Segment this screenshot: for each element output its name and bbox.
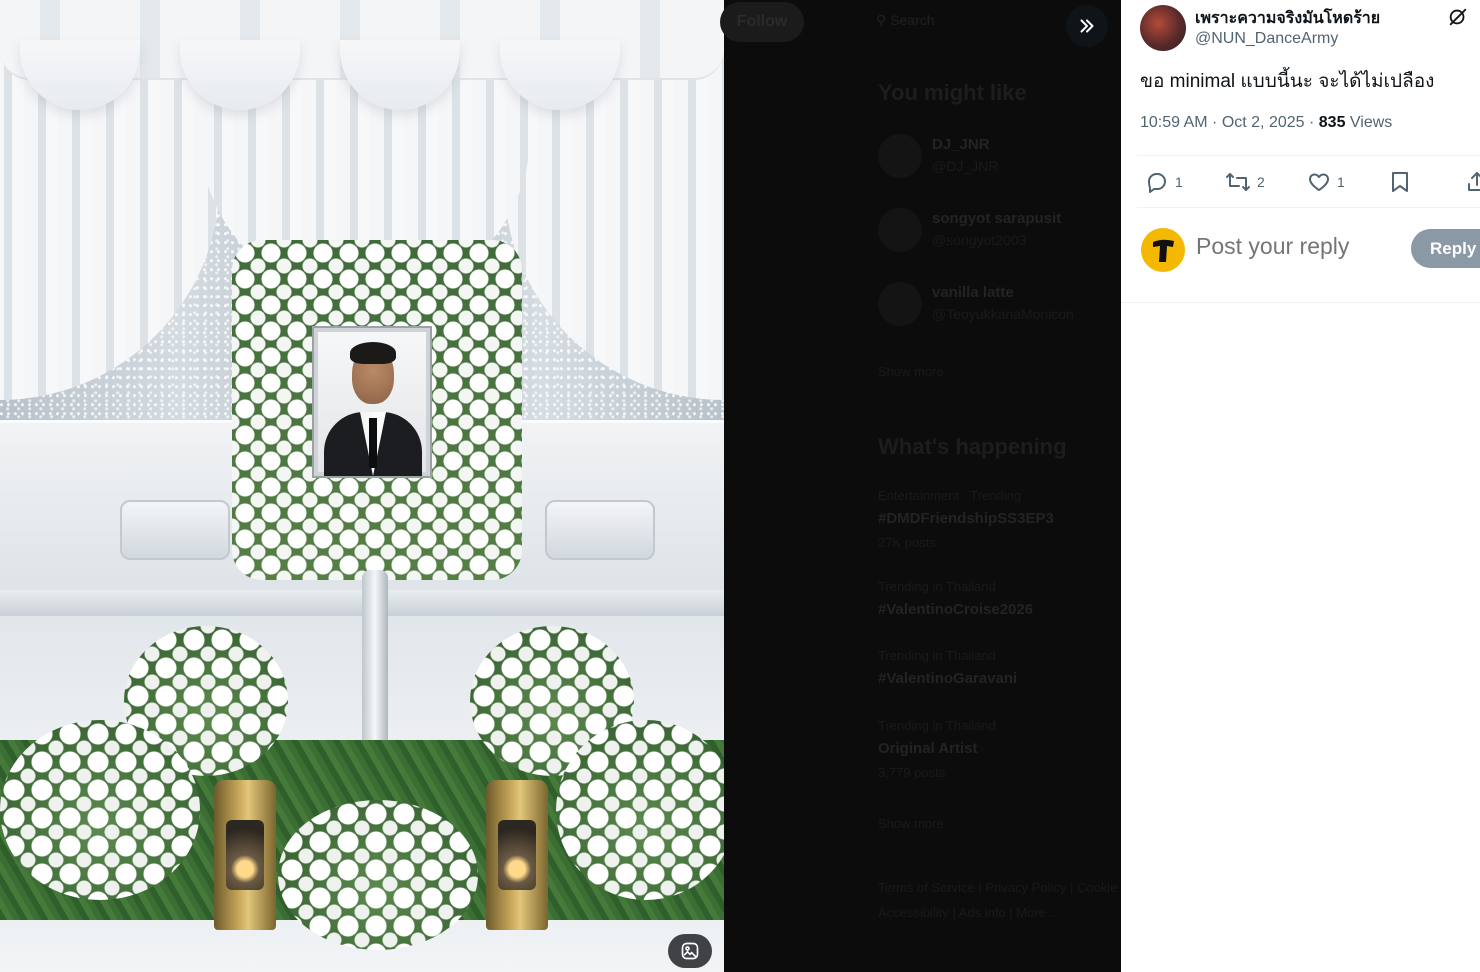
portrait-tie xyxy=(369,418,377,468)
share-action[interactable] xyxy=(1465,168,1480,196)
footer-link-more: More ... xyxy=(1016,905,1061,920)
post-text: ขอ minimal แบบนี้นะ จะได้ไม่เปลือง xyxy=(1140,71,1435,92)
search-icon: ⚲ xyxy=(876,12,887,28)
footer-link-accessibility: Accessibility xyxy=(878,905,949,920)
suggested-user-handle: @songyot2003 xyxy=(932,232,1027,248)
trend-context: Trending in Thailand xyxy=(878,648,996,663)
suggested-user-handle: @DJ_JNR xyxy=(932,158,999,174)
show-more-link: Show more xyxy=(878,816,944,831)
coffin-ornament xyxy=(120,500,230,560)
search-placeholder: Search xyxy=(890,12,935,28)
share-icon xyxy=(1468,172,1480,191)
post-meta: 10:59 AM · Oct 2, 2025 · 835 Views xyxy=(1140,114,1392,132)
coffin-ornament xyxy=(545,500,655,560)
like-count: 1 xyxy=(1337,174,1345,190)
suggested-user: DJ_JNR @DJ_JNR xyxy=(878,134,1118,184)
divider xyxy=(1137,207,1480,208)
portrait-frame xyxy=(314,328,430,476)
suggested-user-name: songyot sarapusit xyxy=(932,210,1062,227)
trend-title: Original Artist xyxy=(878,740,978,757)
suggested-user-name: vanilla latte xyxy=(932,284,1014,301)
suggested-user: vanilla latte @TeoyukkanaMonicon xyxy=(878,282,1118,332)
suggested-user-name: DJ_JNR xyxy=(932,136,990,153)
trend-title: #ValentinoCroise2026 xyxy=(878,601,1034,618)
avatar xyxy=(878,134,922,178)
trend-context: Entertainment · Trending xyxy=(878,488,1022,503)
author-avatar[interactable] xyxy=(1140,5,1186,51)
reply-action[interactable]: 1 xyxy=(1145,168,1183,196)
author-name[interactable]: เพราะความจริงมันโหดร้าย xyxy=(1195,6,1380,31)
suggested-user: songyot sarapusit @songyot2003 xyxy=(878,208,1118,258)
follow-button: Follow xyxy=(720,2,804,42)
trend-context: Trending in Thailand xyxy=(878,718,996,733)
post-detail-panel: เพราะความจริงมันโหดร้าย @NUN_DanceArmy ข… xyxy=(1121,0,1480,972)
portrait-hair xyxy=(350,342,396,364)
reply-icon xyxy=(1148,173,1166,193)
search-input: ⚲ Search xyxy=(876,12,935,29)
footer-link-ads: Ads info xyxy=(958,905,1006,920)
divider xyxy=(1137,155,1480,156)
repost-action[interactable]: 2 xyxy=(1225,168,1265,196)
trend-count: 3,779 posts xyxy=(878,765,946,780)
reply-count: 1 xyxy=(1175,174,1183,190)
bookmark-action[interactable] xyxy=(1389,168,1411,196)
footer-link-privacy: Privacy Policy xyxy=(985,880,1067,895)
brass-lantern-right xyxy=(486,780,548,930)
avatar xyxy=(878,282,922,326)
flower-arrangement-center xyxy=(278,800,478,950)
repost-count: 2 xyxy=(1257,174,1265,190)
image-description-icon[interactable] xyxy=(668,934,712,968)
double-chevron-right-icon[interactable] xyxy=(1066,5,1108,47)
heart-icon xyxy=(1309,173,1329,191)
you-might-like-heading: You might like xyxy=(878,80,1027,105)
trend-count: 27K posts xyxy=(878,535,936,550)
footer-link: Terms of Service | Privacy Policy | Cook… xyxy=(878,880,1156,895)
reply-input[interactable] xyxy=(1196,233,1406,260)
current-user-avatar[interactable] xyxy=(1141,228,1185,272)
flower-arrangement-right xyxy=(556,720,724,900)
suggested-user-handle: @TeoyukkanaMonicon xyxy=(932,306,1074,322)
views-count: 835 xyxy=(1318,114,1346,131)
footer-link-terms: Terms of Service xyxy=(878,880,975,895)
like-action[interactable]: 1 xyxy=(1307,168,1345,196)
footer-link: Accessibility | Ads info | More ... xyxy=(878,905,1061,920)
whats-happening-heading: What's happening xyxy=(878,434,1067,459)
media-viewer-image[interactable] xyxy=(0,0,724,972)
avatar xyxy=(878,208,922,252)
views-label: Views xyxy=(1345,114,1393,131)
repost-icon xyxy=(1226,173,1250,191)
grok-icon[interactable] xyxy=(1447,6,1469,28)
flower-arrangement-left xyxy=(0,720,200,900)
bookmark-icon xyxy=(1392,172,1408,192)
trend-title: #DMDFriendshipSS3EP3 xyxy=(878,510,1054,527)
trend-context: Trending in Thailand xyxy=(878,579,996,594)
divider xyxy=(1121,302,1480,303)
trend-title: #ValentinoGaravani xyxy=(878,670,1018,687)
brass-lantern-left xyxy=(214,780,276,930)
show-more-link: Show more xyxy=(878,364,944,379)
reply-button[interactable]: Reply xyxy=(1411,229,1480,268)
post-timestamp[interactable]: 10:59 AM · Oct 2, 2025 · xyxy=(1140,114,1319,131)
author-handle[interactable]: @NUN_DanceArmy xyxy=(1195,30,1338,48)
